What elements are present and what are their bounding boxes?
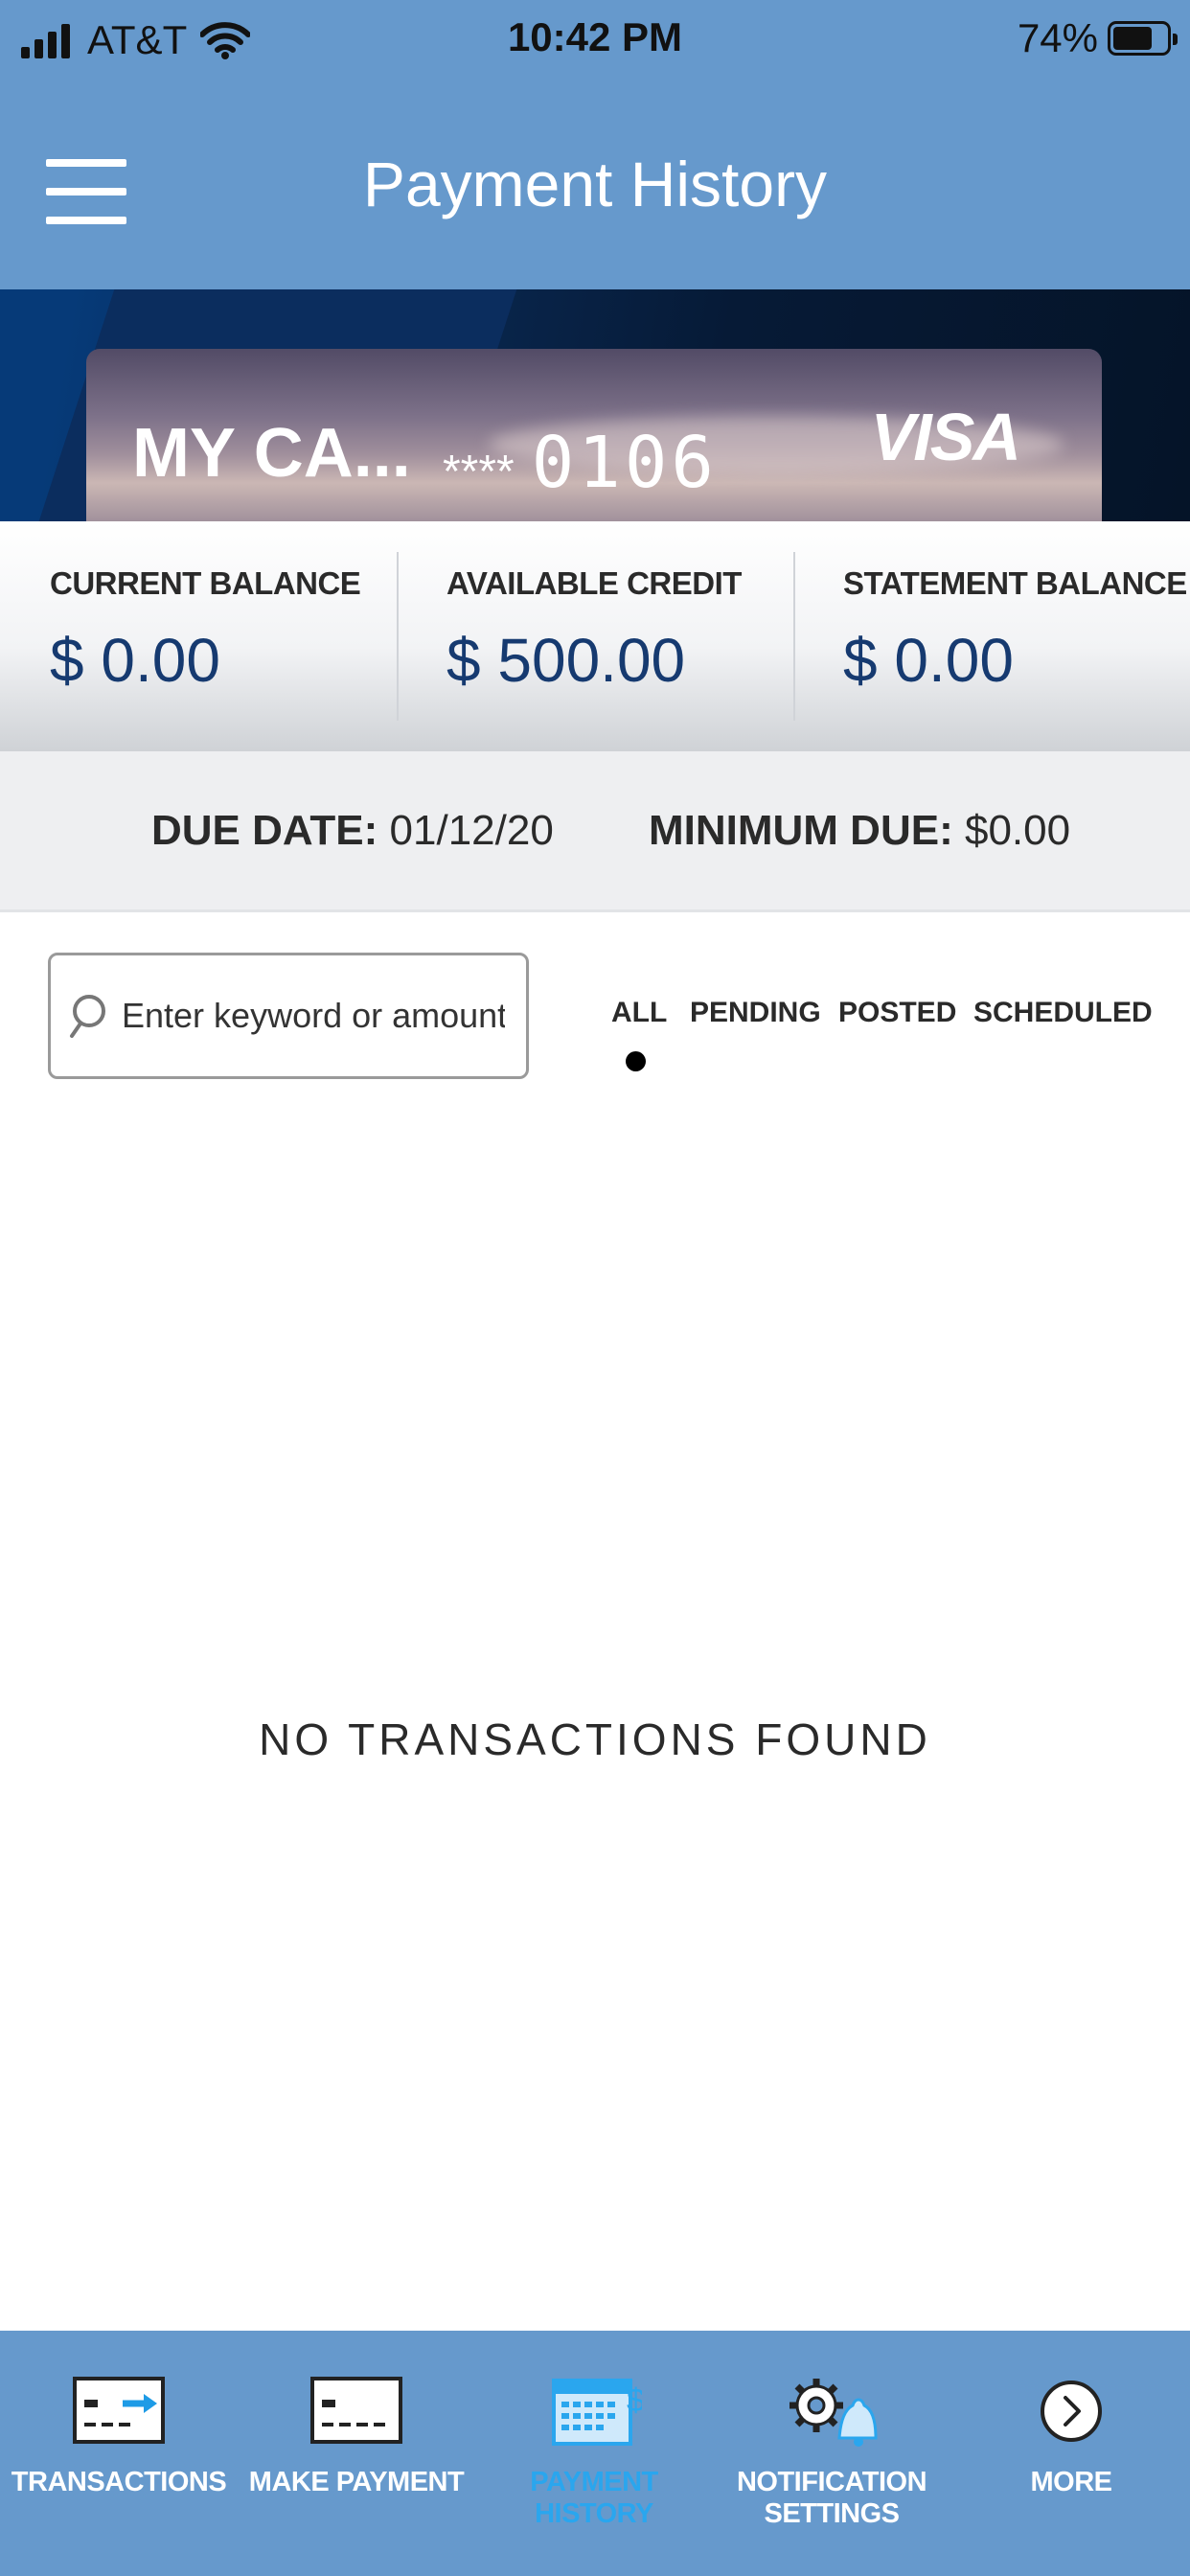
statement-balance: STATEMENT BALANCE $ 0.00 bbox=[793, 521, 1190, 751]
visa-logo: VISA bbox=[870, 400, 1021, 474]
page-title: Payment History bbox=[362, 149, 828, 219]
statement-balance-label: STATEMENT BALANCE bbox=[843, 565, 1187, 601]
balance-summary: CURRENT BALANCE $ 0.00 AVAILABLE CREDIT … bbox=[0, 521, 1190, 751]
status-time: 10:42 PM bbox=[507, 14, 683, 59]
minimum-due-value: $0.00 bbox=[964, 807, 1071, 854]
tab-make-payment-label: MAKE PAYMENT bbox=[248, 2467, 465, 2497]
filter-tabs: ALL PENDING POSTED SCHEDULED bbox=[0, 997, 1190, 1073]
due-date-label: DUE DATE: bbox=[151, 807, 378, 854]
tab-transactions-label: TRANSACTIONS bbox=[11, 2467, 227, 2497]
card-banner: MY CA... **** 0106 VISA bbox=[0, 289, 1190, 521]
tab-payment-history[interactable]: $ PAYMENT HISTORY bbox=[475, 2331, 713, 2576]
available-credit: AVAILABLE CREDIT $ 500.00 bbox=[397, 521, 793, 751]
tab-payment-history-label-2: HISTORY bbox=[535, 2498, 653, 2529]
tab-transactions[interactable]: TRANSACTIONS bbox=[0, 2331, 238, 2576]
available-credit-value: $ 500.00 bbox=[446, 626, 686, 695]
card-number: **** 0106 bbox=[443, 422, 718, 504]
current-balance-value: $ 0.00 bbox=[50, 626, 220, 695]
card-last-four: 0106 bbox=[531, 422, 718, 504]
card-number-mask: **** bbox=[443, 447, 515, 497]
filter-scheduled[interactable]: SCHEDULED bbox=[973, 997, 1153, 1029]
due-date: DUE DATE: 01/12/20 bbox=[151, 807, 554, 855]
bottom-tab-bar: TRANSACTIONS MAKE PAYMENT $ PAYMENT HIST… bbox=[0, 2331, 1190, 2576]
tab-notification-settings-label-2: SETTINGS bbox=[764, 2498, 900, 2529]
empty-state-message: NO TRANSACTIONS FOUND bbox=[259, 1714, 931, 1764]
active-filter-indicator bbox=[626, 1051, 646, 1071]
battery-percent: 74% bbox=[1017, 15, 1098, 60]
statement-balance-value: $ 0.00 bbox=[843, 626, 1014, 695]
filter-posted[interactable]: POSTED bbox=[838, 997, 956, 1029]
transactions-icon bbox=[73, 2377, 165, 2444]
tab-more-label: MORE bbox=[1030, 2467, 1113, 2497]
filter-pending[interactable]: PENDING bbox=[690, 997, 821, 1029]
filter-all[interactable]: ALL bbox=[611, 997, 667, 1029]
more-icon bbox=[1041, 2380, 1102, 2442]
app-header: Payment History bbox=[0, 79, 1190, 289]
current-balance-label: CURRENT BALANCE bbox=[50, 565, 361, 601]
due-date-value: 01/12/20 bbox=[389, 807, 554, 854]
minimum-due: MINIMUM DUE: $0.00 bbox=[649, 807, 1070, 855]
minimum-due-label: MINIMUM DUE: bbox=[649, 807, 953, 854]
tab-more[interactable]: MORE bbox=[952, 2331, 1190, 2576]
notification-settings-icon bbox=[790, 2379, 878, 2447]
credit-card[interactable]: MY CA... **** 0106 VISA bbox=[86, 349, 1102, 521]
card-name: MY CA... bbox=[132, 415, 411, 492]
status-bar: AT&T 10:42 PM 74% bbox=[0, 0, 1190, 79]
due-info: DUE DATE: 01/12/20 MINIMUM DUE: $0.00 bbox=[0, 751, 1190, 912]
tab-notification-settings-label-1: NOTIFICATION bbox=[736, 2467, 927, 2497]
battery-icon bbox=[1108, 21, 1178, 56]
svg-text:$: $ bbox=[627, 2382, 642, 2419]
payment-history-icon: $ bbox=[552, 2379, 642, 2446]
current-balance: CURRENT BALANCE $ 0.00 bbox=[0, 521, 397, 751]
available-credit-label: AVAILABLE CREDIT bbox=[446, 565, 742, 601]
tab-notification-settings[interactable]: NOTIFICATION SETTINGS bbox=[713, 2331, 950, 2576]
tab-make-payment[interactable]: MAKE PAYMENT bbox=[238, 2331, 475, 2576]
make-payment-icon bbox=[310, 2377, 402, 2444]
tab-payment-history-label-1: PAYMENT bbox=[530, 2467, 658, 2497]
